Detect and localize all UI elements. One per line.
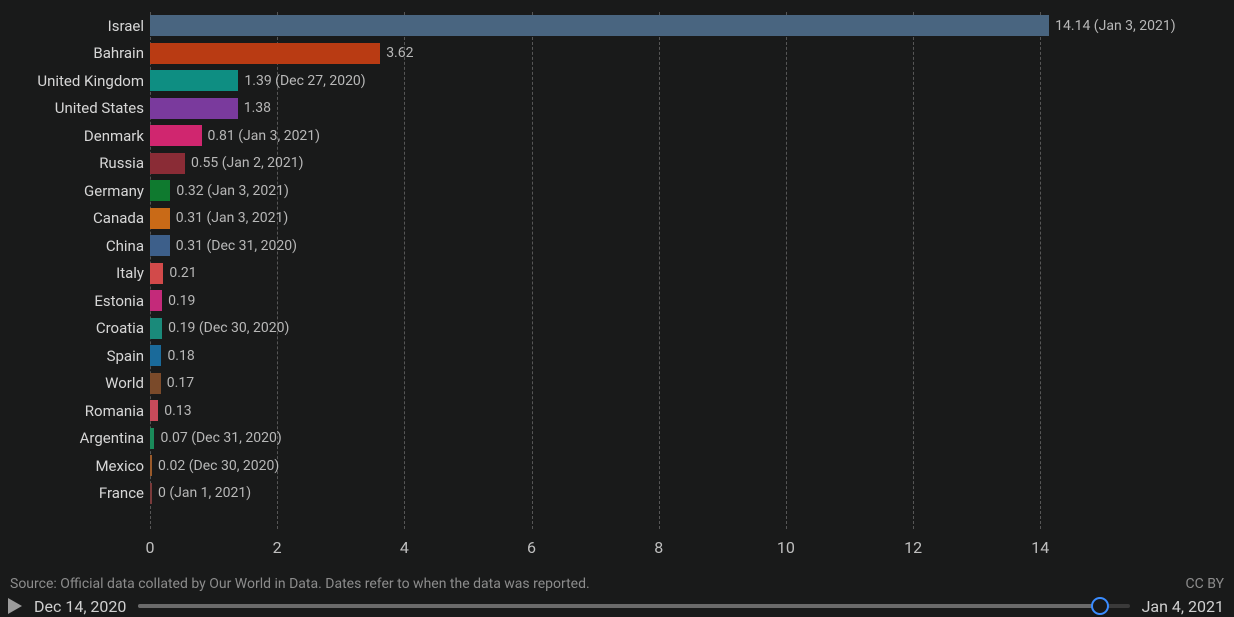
- bar-row: Argentina0.07 (Dec 31, 2020): [150, 425, 282, 453]
- timeline-start-label: Dec 14, 2020: [34, 597, 126, 616]
- country-label[interactable]: United Kingdom: [37, 72, 150, 90]
- x-axis-tick: 6: [527, 538, 536, 557]
- bar-row: China0.31 (Dec 31, 2020): [150, 232, 297, 260]
- value-label: 1.39 (Dec 27, 2020): [238, 73, 365, 89]
- bar-row: World0.17: [150, 370, 194, 398]
- bar[interactable]: [150, 70, 238, 91]
- bar-row: Bahrain3.62: [150, 40, 413, 68]
- country-label[interactable]: Italy: [116, 264, 150, 282]
- bar-row: Germany0.32 (Jan 3, 2021): [150, 177, 289, 205]
- play-icon[interactable]: [8, 598, 22, 614]
- gridline: [1040, 12, 1041, 529]
- bar[interactable]: [150, 373, 161, 394]
- bar-row: Romania0.13: [150, 397, 192, 425]
- value-label: 0.19: [162, 293, 195, 309]
- bar[interactable]: [150, 43, 380, 64]
- chart-container: 02468101214Israel14.14 (Jan 3, 2021)Bahr…: [0, 0, 1234, 617]
- bar[interactable]: [150, 290, 162, 311]
- bar-row: Denmark0.81 (Jan 3, 2021): [150, 122, 320, 150]
- value-label: 0.21: [163, 265, 196, 281]
- country-label[interactable]: Denmark: [84, 127, 150, 145]
- gridline: [532, 12, 533, 529]
- country-label[interactable]: United States: [55, 99, 150, 117]
- bar-row: Israel14.14 (Jan 3, 2021): [150, 12, 1176, 40]
- gridline: [404, 12, 405, 529]
- bar[interactable]: [150, 180, 170, 201]
- bar[interactable]: [150, 153, 185, 174]
- bar[interactable]: [150, 98, 238, 119]
- country-label[interactable]: World: [105, 374, 150, 392]
- timeline-track[interactable]: [138, 604, 1129, 608]
- value-label: 0.19 (Dec 30, 2020): [162, 320, 289, 336]
- value-label: 0.55 (Jan 2, 2021): [185, 155, 304, 171]
- source-text: Source: Official data collated by Our Wo…: [10, 576, 590, 592]
- country-label[interactable]: Spain: [107, 347, 150, 365]
- gridline: [913, 12, 914, 529]
- country-label[interactable]: Germany: [84, 182, 150, 200]
- value-label: 0.13: [158, 403, 191, 419]
- gridline: [659, 12, 660, 529]
- bar-row: Italy0.21: [150, 260, 197, 288]
- country-label[interactable]: Croatia: [96, 319, 150, 337]
- country-label[interactable]: Romania: [85, 402, 150, 420]
- value-label: 0.02 (Dec 30, 2020): [152, 458, 279, 474]
- country-label[interactable]: Estonia: [94, 292, 150, 310]
- bar[interactable]: [150, 235, 170, 256]
- value-label: 0.31 (Dec 31, 2020): [170, 238, 297, 254]
- timeline: Dec 14, 2020 Jan 4, 2021: [8, 596, 1224, 616]
- value-label: 0.32 (Jan 3, 2021): [170, 183, 289, 199]
- value-label: 0.81 (Jan 3, 2021): [202, 128, 321, 144]
- x-axis-tick: 0: [146, 538, 155, 557]
- country-label[interactable]: Mexico: [95, 457, 150, 475]
- value-label: 3.62: [380, 45, 413, 61]
- gridline: [786, 12, 787, 529]
- bar-row: Croatia0.19 (Dec 30, 2020): [150, 315, 289, 343]
- country-label[interactable]: China: [106, 237, 150, 255]
- value-label: 0.18: [161, 348, 194, 364]
- value-label: 1.38: [238, 100, 271, 116]
- bar-row: Canada0.31 (Jan 3, 2021): [150, 205, 288, 233]
- license-text: CC BY: [1186, 576, 1224, 592]
- timeline-end-label: Jan 4, 2021: [1142, 597, 1224, 616]
- bar-row: Russia0.55 (Jan 2, 2021): [150, 150, 304, 178]
- x-axis-tick: 8: [654, 538, 663, 557]
- country-label[interactable]: Russia: [99, 154, 150, 172]
- value-label: 0.07 (Dec 31, 2020): [154, 430, 281, 446]
- bar-row: United Kingdom1.39 (Dec 27, 2020): [150, 67, 366, 95]
- country-label[interactable]: Canada: [93, 209, 150, 227]
- value-label: 0.31 (Jan 3, 2021): [170, 210, 289, 226]
- bar-row: Estonia0.19: [150, 287, 195, 315]
- bar[interactable]: [150, 208, 170, 229]
- x-axis-tick: 4: [400, 538, 409, 557]
- bar-row: Mexico0.02 (Dec 30, 2020): [150, 452, 279, 480]
- timeline-fill: [138, 604, 1099, 608]
- bar-row: Spain0.18: [150, 342, 195, 370]
- bar-row: United States1.38: [150, 95, 271, 123]
- country-label[interactable]: France: [99, 484, 150, 502]
- value-label: 0 (Jan 1, 2021): [152, 485, 251, 501]
- x-axis-tick: 12: [904, 538, 922, 557]
- country-label[interactable]: Bahrain: [93, 44, 150, 62]
- country-label[interactable]: Argentina: [80, 429, 150, 447]
- bar[interactable]: [150, 15, 1049, 36]
- x-axis-tick: 10: [777, 538, 795, 557]
- bar[interactable]: [150, 345, 161, 366]
- bar[interactable]: [150, 400, 158, 421]
- plot-area: 02468101214Israel14.14 (Jan 3, 2021)Bahr…: [150, 12, 1053, 529]
- value-label: 14.14 (Jan 3, 2021): [1049, 18, 1175, 34]
- bar[interactable]: [150, 318, 162, 339]
- value-label: 0.17: [161, 375, 194, 391]
- x-axis-tick: 14: [1031, 538, 1049, 557]
- country-label[interactable]: Israel: [108, 17, 150, 35]
- bar-row: France0 (Jan 1, 2021): [150, 480, 251, 508]
- bar[interactable]: [150, 263, 163, 284]
- bar[interactable]: [150, 125, 202, 146]
- timeline-handle[interactable]: [1091, 597, 1109, 615]
- x-axis-tick: 2: [273, 538, 282, 557]
